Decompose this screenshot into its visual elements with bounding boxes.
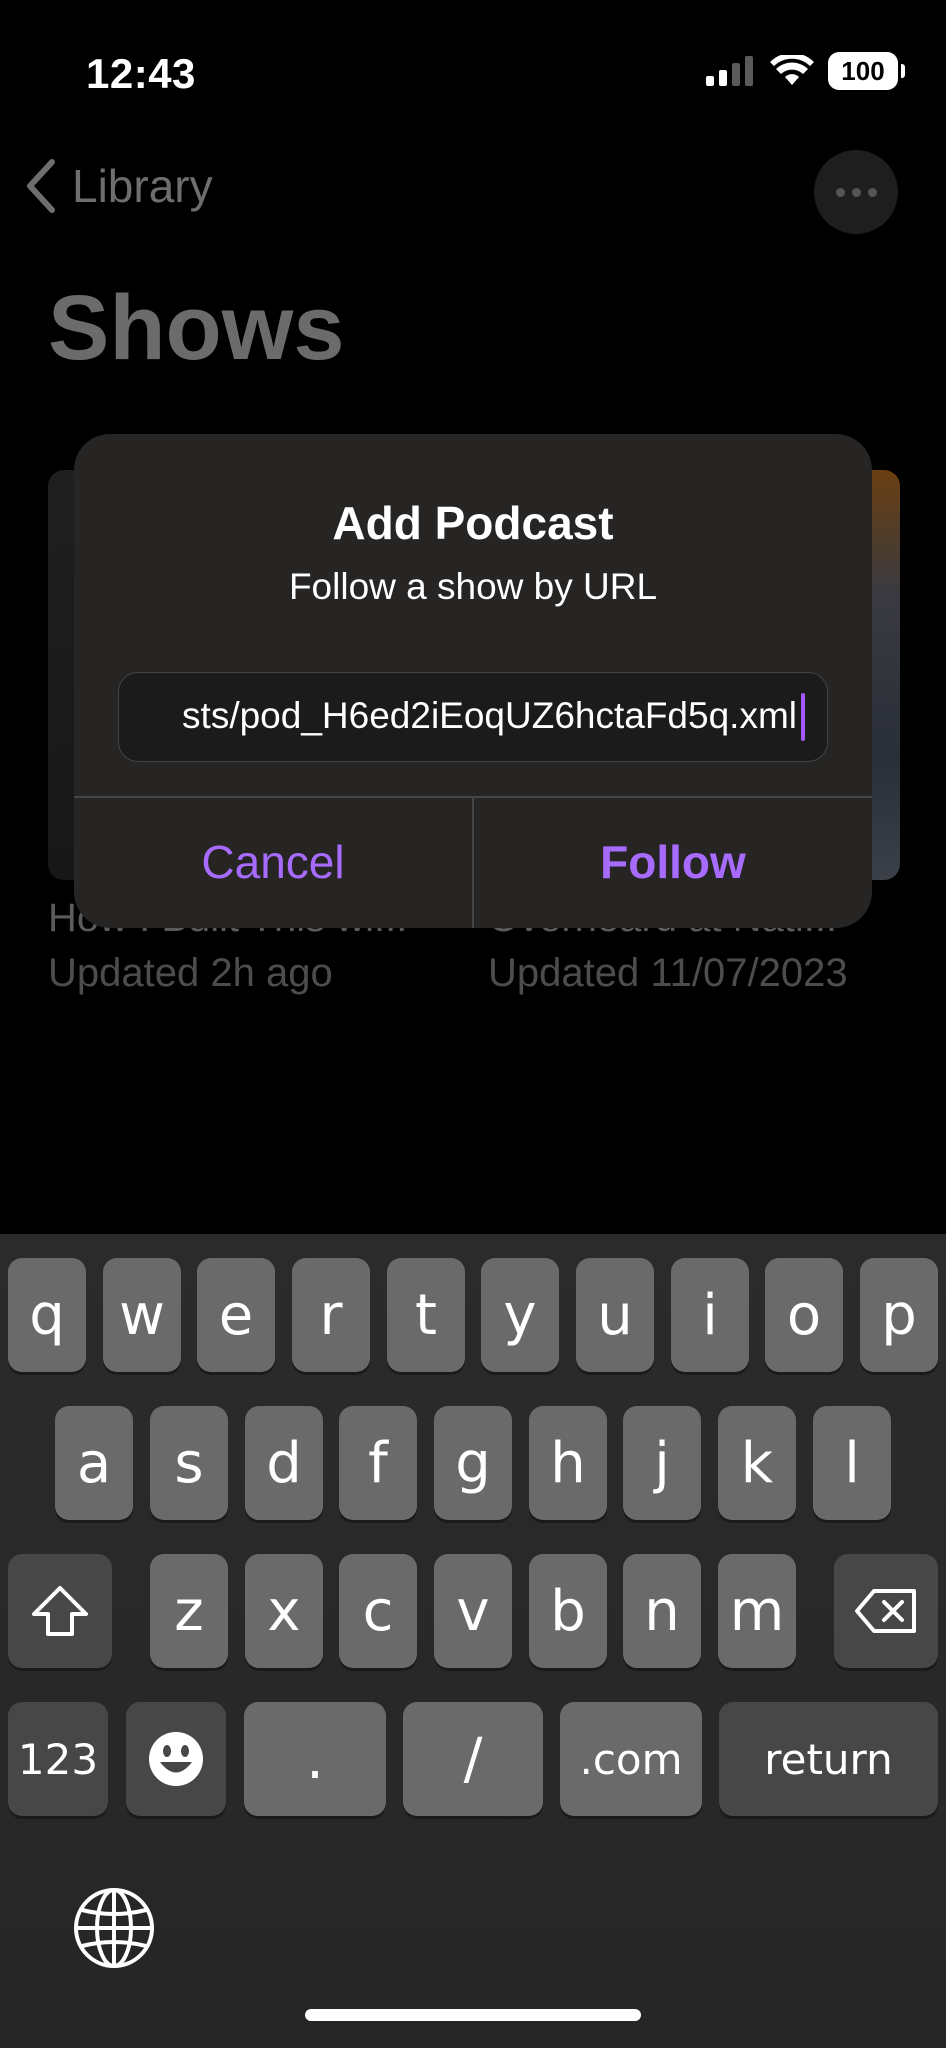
globe-icon <box>74 1888 154 1968</box>
key-y[interactable]: y <box>481 1258 559 1372</box>
key-b[interactable]: b <box>529 1554 607 1668</box>
page-title: Shows <box>48 277 345 379</box>
ellipsis-icon <box>835 187 845 197</box>
numbers-key[interactable]: 123 <box>8 1702 108 1816</box>
add-podcast-dialog: Add Podcast Follow a show by URL sts/pod… <box>74 434 872 928</box>
key-k[interactable]: k <box>718 1406 796 1520</box>
emoji-key[interactable] <box>126 1702 226 1816</box>
follow-button[interactable]: Follow <box>474 796 872 928</box>
home-indicator[interactable] <box>305 2009 641 2021</box>
key-s[interactable]: s <box>150 1406 228 1520</box>
podcast-url-input[interactable]: sts/pod_H6ed2iEoqUZ6hctaFd5q.xml <box>118 672 828 762</box>
emoji-icon <box>149 1732 203 1786</box>
dot-key[interactable]: . <box>244 1702 386 1816</box>
key-a[interactable]: a <box>55 1406 133 1520</box>
key-c[interactable]: c <box>339 1554 417 1668</box>
key-t[interactable]: t <box>387 1258 465 1372</box>
key-m[interactable]: m <box>718 1554 796 1668</box>
slash-key[interactable]: / <box>403 1702 543 1816</box>
text-caret <box>801 693 805 741</box>
key-q[interactable]: q <box>8 1258 86 1372</box>
dotcom-key[interactable]: .com <box>560 1702 702 1816</box>
key-z[interactable]: z <box>150 1554 228 1668</box>
url-input-value: sts/pod_H6ed2iEoqUZ6hctaFd5q.xml <box>182 695 797 736</box>
key-p[interactable]: p <box>860 1258 938 1372</box>
key-n[interactable]: n <box>623 1554 701 1668</box>
key-f[interactable]: f <box>339 1406 417 1520</box>
cancel-button[interactable]: Cancel <box>74 796 472 928</box>
dialog-title: Add Podcast <box>332 497 614 549</box>
key-j[interactable]: j <box>623 1406 701 1520</box>
key-r[interactable]: r <box>292 1258 370 1372</box>
key-x[interactable]: x <box>245 1554 323 1668</box>
more-options-button[interactable] <box>814 150 898 234</box>
show-updated: Updated 11/07/2023 <box>488 951 848 995</box>
key-w[interactable]: w <box>103 1258 181 1372</box>
key-h[interactable]: h <box>529 1406 607 1520</box>
key-e[interactable]: e <box>197 1258 275 1372</box>
key-o[interactable]: o <box>765 1258 843 1372</box>
keyboard: q w e r t y u i o p a s d f g h j k l z … <box>0 1234 946 2048</box>
dialog-subtitle: Follow a show by URL <box>288 566 658 607</box>
navigation-bar: Library <box>0 150 946 234</box>
shift-key[interactable] <box>8 1554 112 1668</box>
chevron-left-icon <box>27 159 55 213</box>
back-button-label: Library <box>72 160 213 212</box>
key-i[interactable]: i <box>671 1258 749 1372</box>
backspace-icon <box>855 1589 916 1633</box>
back-button[interactable]: Library <box>24 158 213 214</box>
key-l[interactable]: l <box>813 1406 891 1520</box>
shift-icon <box>32 1586 88 1636</box>
key-g[interactable]: g <box>434 1406 512 1520</box>
key-v[interactable]: v <box>434 1554 512 1668</box>
key-d[interactable]: d <box>245 1406 323 1520</box>
globe-button[interactable] <box>72 1886 156 1970</box>
key-u[interactable]: u <box>576 1258 654 1372</box>
delete-key[interactable] <box>834 1554 938 1668</box>
show-updated: Updated 2h ago <box>48 951 333 995</box>
return-key[interactable]: return <box>719 1702 938 1816</box>
